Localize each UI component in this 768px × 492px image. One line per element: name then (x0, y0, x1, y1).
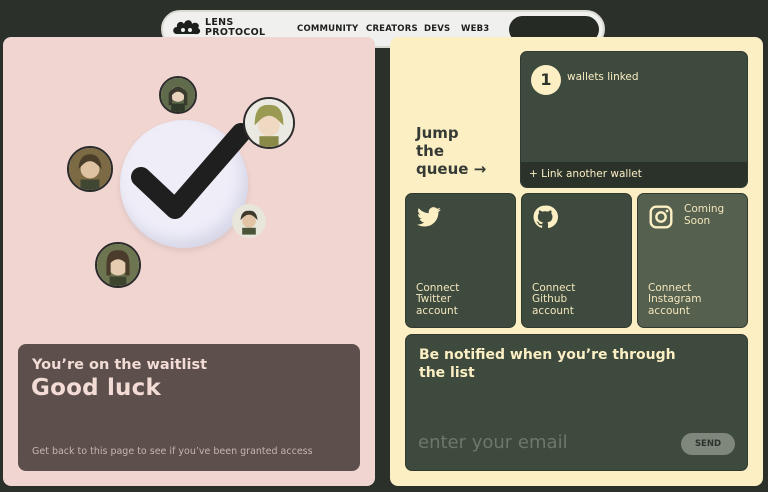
nav-link-community[interactable]: COMMUNITY (297, 24, 358, 34)
wallets-linked-label: wallets linked (567, 71, 639, 83)
instagram-icon (649, 205, 673, 229)
link-wallet-bar[interactable]: + Link another wallet (521, 162, 747, 187)
connect-instagram-label: Connect Instagram account (648, 281, 702, 317)
avatar (232, 204, 266, 238)
waitlist-panel: You’re on the waitlist Good luck Get bac… (3, 37, 375, 486)
jump-the-queue-heading: Jump the queue → (416, 124, 487, 178)
waitlist-card: You’re on the waitlist Good luck Get bac… (18, 344, 360, 471)
coming-soon-badge: Coming Soon (684, 203, 725, 227)
email-input[interactable] (418, 429, 658, 455)
notify-card: Be notified when you’re through the list… (405, 334, 748, 471)
connect-github-card[interactable]: Connect Github account (521, 193, 632, 328)
access-hint: Get back to this page to see if you’ve b… (32, 446, 313, 457)
wallets-card: 1 wallets linked + Link another wallet (520, 51, 748, 188)
connect-github-label: Connect Github account (532, 281, 576, 317)
queue-panel: Jump the queue → 1 wallets linked + Link… (390, 37, 763, 486)
link-wallet-button[interactable]: + Link another wallet (529, 168, 642, 180)
wallet-count-badge: 1 (531, 65, 561, 95)
connect-twitter-label: Connect Twitter account (416, 281, 460, 317)
github-icon (533, 205, 558, 229)
notify-heading: Be notified when you’re through the list (419, 347, 676, 381)
send-button[interactable]: SEND (681, 433, 735, 455)
connect-instagram-card: Coming Soon Connect Instagram account (637, 193, 748, 328)
avatar (159, 76, 197, 114)
connect-twitter-card[interactable]: Connect Twitter account (405, 193, 516, 328)
nav-link-creators[interactable]: CREATORS (366, 24, 418, 34)
waitlist-status: You’re on the waitlist (32, 357, 208, 373)
avatar (95, 242, 141, 288)
avatar (243, 97, 295, 149)
twitter-icon (417, 207, 441, 227)
brand-name[interactable]: LENS PROTOCOL (205, 18, 265, 38)
nav-link-web3[interactable]: WEB3 (461, 24, 489, 34)
avatar (67, 146, 113, 192)
nav-link-devs[interactable]: DEVS (424, 24, 450, 34)
good-luck-heading: Good luck (31, 375, 161, 401)
